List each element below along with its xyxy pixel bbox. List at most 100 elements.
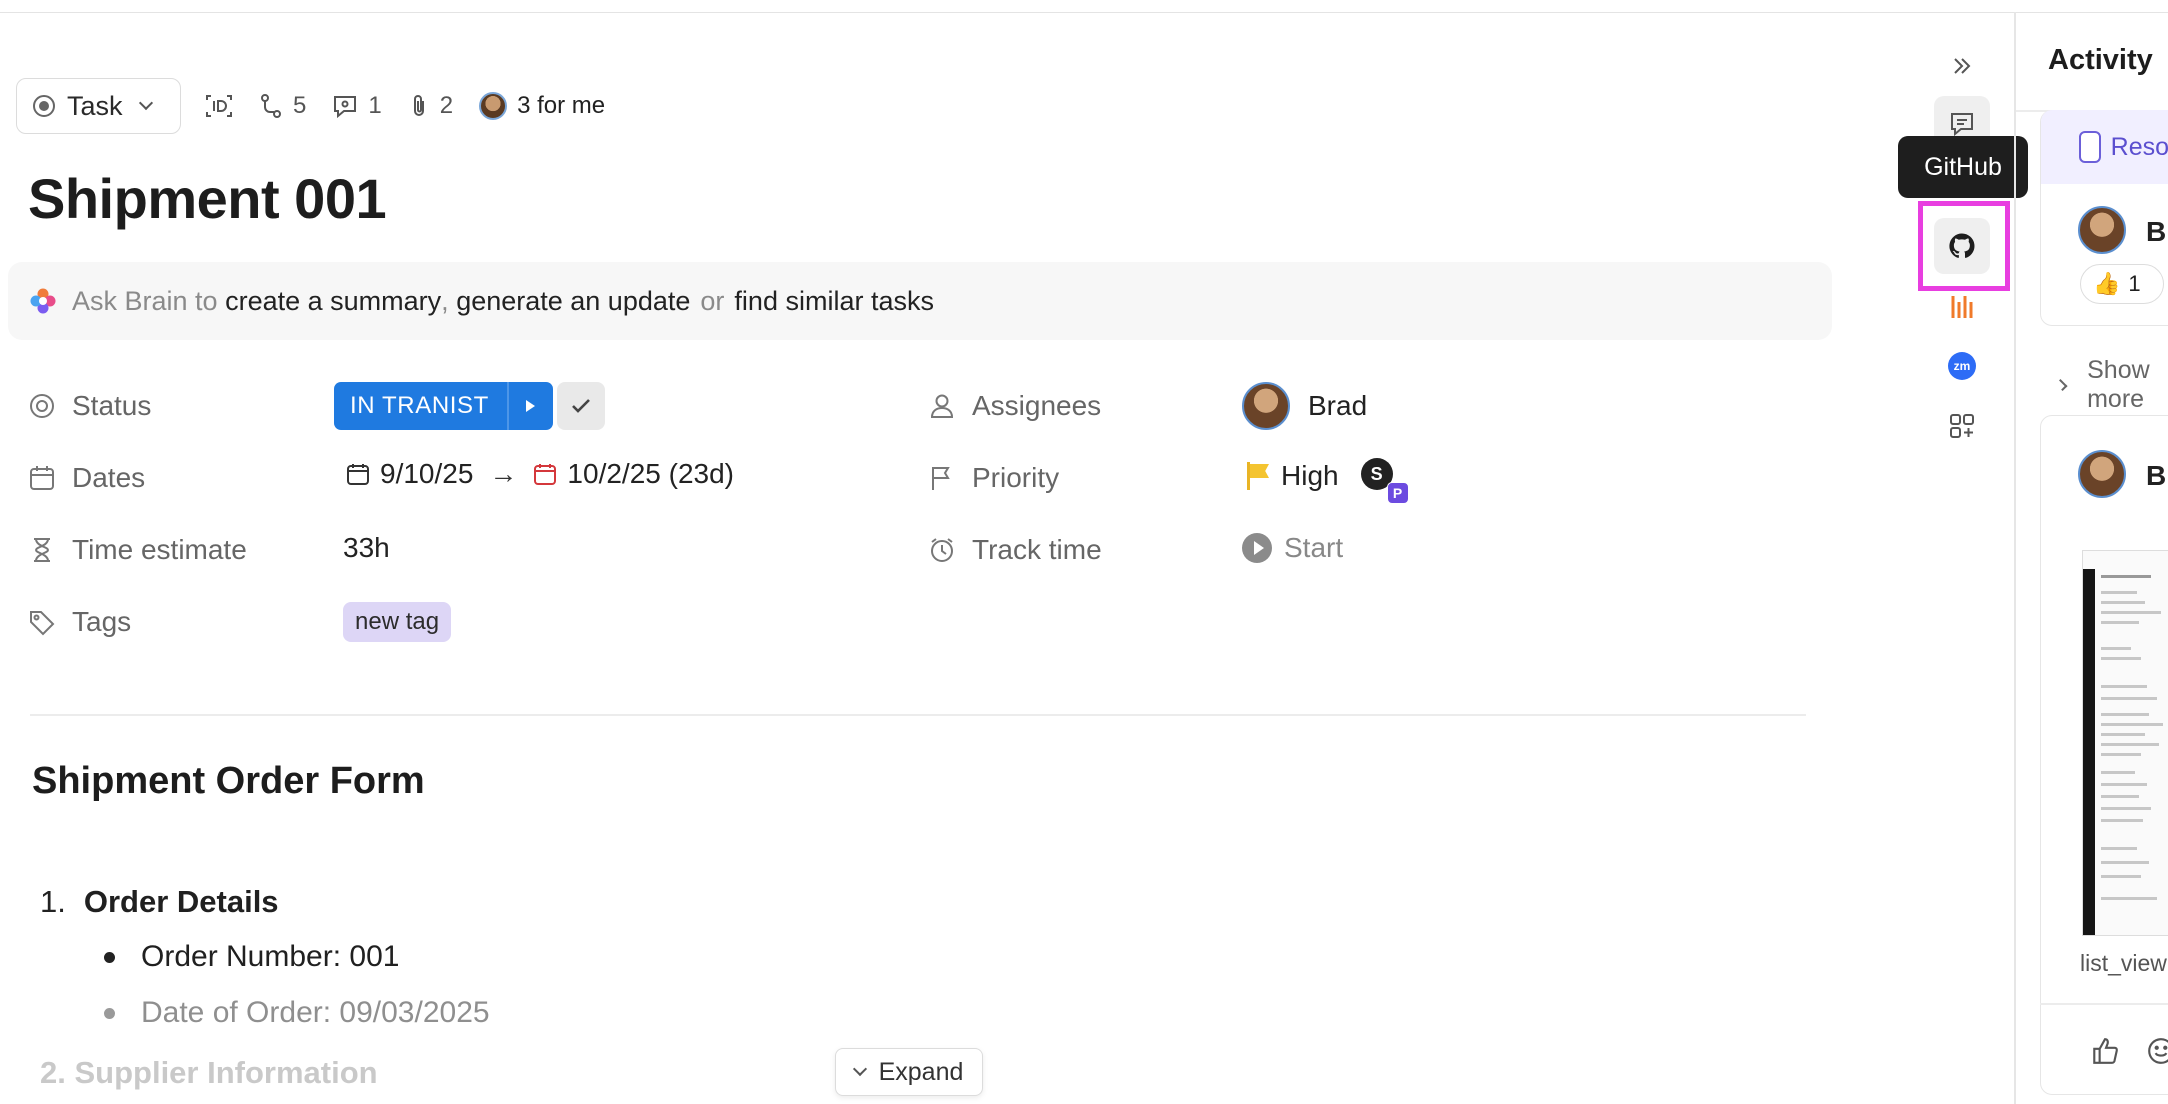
zoom-button[interactable]: zm xyxy=(1934,338,1990,394)
status-field-label: Status xyxy=(28,382,151,430)
thumbnail-line xyxy=(2101,647,2131,650)
comment-icon xyxy=(334,96,357,119)
thumbnail-line xyxy=(2101,795,2139,798)
brain-sep-comma: , xyxy=(441,285,449,316)
assigned-to-me-button[interactable]: 3 for me xyxy=(479,92,605,120)
attachment-author: Brad xyxy=(2146,460,2168,491)
attachment-name[interactable]: list_view xyxy=(2080,950,2167,977)
activity-panel-border xyxy=(2014,12,2016,1104)
task-title[interactable]: Shipment 001 xyxy=(28,166,387,231)
comment-author: Brad xyxy=(2146,216,2168,247)
start-timer-button[interactable]: Start xyxy=(1242,532,1343,564)
assignee-value[interactable]: Brad xyxy=(1242,382,1367,430)
smiley-icon xyxy=(2148,1038,2168,1064)
thumbs-up-icon xyxy=(2093,1038,2118,1064)
attachment-thumbnail[interactable] xyxy=(2082,550,2168,936)
thumbnail-line xyxy=(2101,685,2147,688)
subtasks-count: 5 xyxy=(293,92,307,119)
thumbnail-line xyxy=(2101,621,2139,624)
thumbnail-line xyxy=(2101,713,2149,716)
tag-chip[interactable]: new tag xyxy=(343,602,452,642)
due-date-calendar-icon xyxy=(534,464,557,485)
add-reaction-button[interactable] xyxy=(2146,1036,2168,1071)
activity-title: Activity xyxy=(2048,44,2153,76)
complete-status-button[interactable] xyxy=(557,382,605,430)
checkmark-icon xyxy=(572,399,590,413)
top-divider xyxy=(0,12,2168,13)
attachments-count: 2 xyxy=(439,92,454,119)
id-icon xyxy=(206,95,232,117)
show-more-button[interactable]: Show more xyxy=(2055,356,2168,414)
person-icon xyxy=(930,394,954,418)
dates-field-label: Dates xyxy=(28,454,145,502)
chevron-down-icon xyxy=(138,95,153,111)
attachment-card-divider xyxy=(2040,1003,2168,1005)
thumbnail-line xyxy=(2101,771,2135,774)
ask-brain-bar: Ask Brain to create a summary , generate… xyxy=(8,262,1832,340)
thumbnail-line xyxy=(2101,601,2145,604)
alarm-clock-icon xyxy=(931,538,953,562)
priority-text: High xyxy=(1281,460,1339,491)
time-estimate-label: Time estimate xyxy=(72,534,247,565)
double-chevron-right-icon xyxy=(1954,58,1971,74)
list-heading: Order Details xyxy=(83,884,279,919)
subtasks-button[interactable]: 5 xyxy=(259,92,306,120)
thumbnail-line xyxy=(2101,733,2145,736)
thumbnail-sidebar xyxy=(2083,569,2095,935)
comments-count: 1 xyxy=(368,92,382,119)
hourglass-icon xyxy=(34,538,50,562)
integration-button[interactable] xyxy=(1934,278,1990,334)
like-button[interactable] xyxy=(2090,1036,2120,1071)
expand-label: Expand xyxy=(878,1057,964,1086)
paperclip-icon xyxy=(413,95,424,116)
priority-field-label: Priority xyxy=(928,454,1059,502)
thumbnail-line xyxy=(2101,875,2141,878)
start-date[interactable]: 9/10/25 xyxy=(380,458,473,490)
status-pill[interactable]: IN TRANIST xyxy=(334,382,553,430)
thumbnail-line xyxy=(2101,657,2141,660)
task-type-icon xyxy=(33,95,55,117)
generate-update-link[interactable]: generate an update xyxy=(456,286,690,317)
attachments-button[interactable]: 2 xyxy=(408,92,453,120)
flag-outline-icon xyxy=(932,467,950,490)
task-id-button[interactable] xyxy=(205,93,233,119)
comments-button[interactable]: 1 xyxy=(332,92,382,120)
resolve-checkbox[interactable] xyxy=(2079,131,2101,163)
thumbs-up-reaction[interactable]: 👍 1 xyxy=(2080,264,2164,304)
dates-label: Dates xyxy=(72,462,146,493)
time-estimate-value[interactable]: 33h xyxy=(343,532,390,564)
priority-user-badge: S P xyxy=(1360,458,1409,504)
expand-button[interactable]: Expand xyxy=(835,1048,983,1096)
thumbnail-line xyxy=(2101,743,2159,746)
priority-label: Priority xyxy=(972,462,1060,493)
message-icon xyxy=(1951,113,1973,137)
play-icon xyxy=(1242,533,1272,563)
tags-field-label: Tags xyxy=(28,598,131,646)
dates-value[interactable]: 9/10/25 → 10/2/25 (23d) xyxy=(346,458,734,490)
brain-sparkle-icon xyxy=(30,288,56,314)
calendar-icon xyxy=(30,466,54,490)
ordered-list-item: 1. Order Details xyxy=(40,884,279,920)
thumbnail-line xyxy=(2101,575,2151,578)
thumbs-up-emoji-icon: 👍 xyxy=(2093,271,2121,296)
priority-flag-icon xyxy=(1247,462,1269,490)
priority-value[interactable]: High S P xyxy=(1247,458,1409,504)
start-date-calendar-icon xyxy=(347,464,369,485)
create-summary-link[interactable]: create a summary xyxy=(225,286,441,317)
thumbnail-line xyxy=(2101,897,2157,900)
resolve-bar[interactable]: Resolve xyxy=(2041,110,2168,184)
collapse-panel-button[interactable] xyxy=(1934,38,1990,94)
zoom-icon: zm xyxy=(1948,352,1976,380)
task-type-dropdown[interactable]: Task xyxy=(16,78,181,134)
next-status-icon[interactable] xyxy=(506,382,553,430)
due-date[interactable]: 10/2/25 (23d) xyxy=(567,458,734,490)
thumbnail-line xyxy=(2101,783,2147,786)
reaction-count: 1 xyxy=(2128,271,2141,296)
assignees-field-label: Assignees xyxy=(928,382,1101,430)
add-apps-button[interactable] xyxy=(1934,398,1990,454)
status-value[interactable]: IN TRANIST xyxy=(334,382,507,430)
thumbnail-line xyxy=(2101,697,2157,700)
section-divider xyxy=(30,714,1806,716)
find-similar-tasks-link[interactable]: find similar tasks xyxy=(734,286,934,317)
assignee-name: Brad xyxy=(1308,390,1368,421)
